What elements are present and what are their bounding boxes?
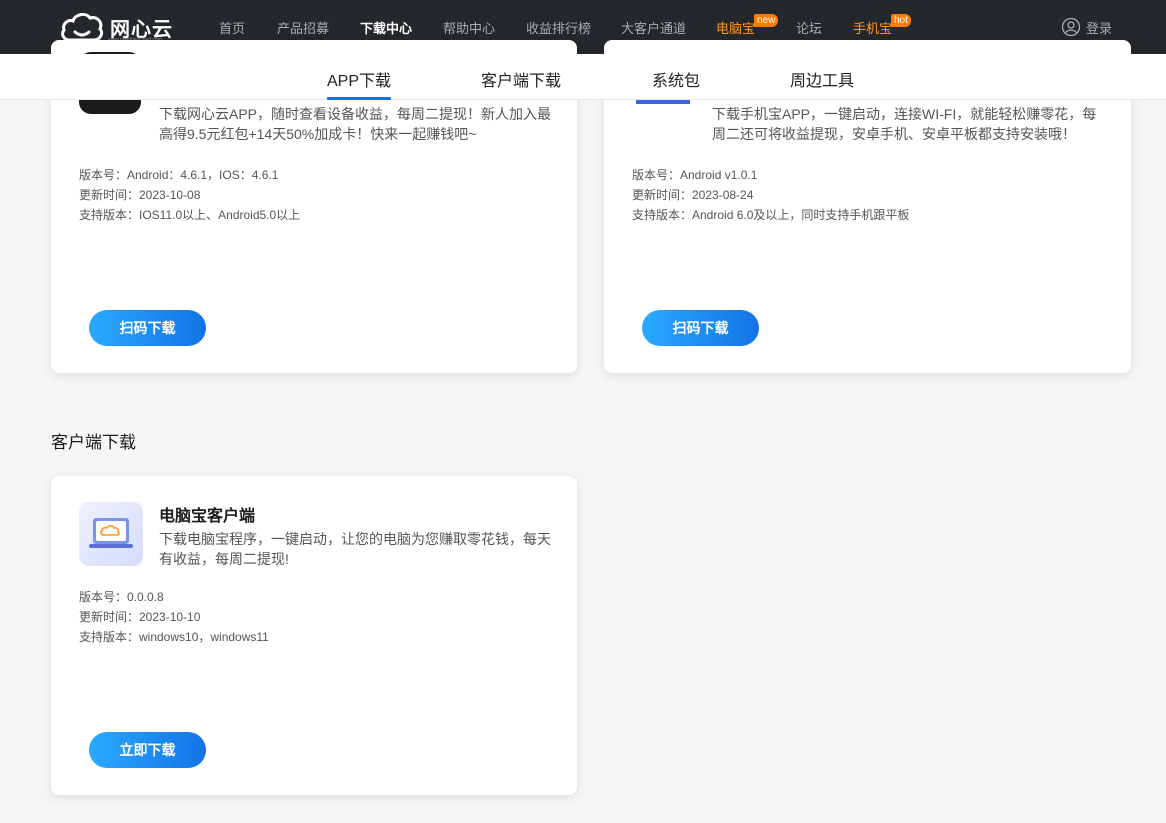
new-badge: new bbox=[754, 14, 779, 27]
nav-pc-box-label: 电脑宝 bbox=[716, 21, 756, 36]
app-updated: 更新时间：2023-10-08 bbox=[79, 188, 201, 202]
login-button[interactable]: 登录 bbox=[1061, 17, 1112, 37]
pc-box-client-card: 电脑宝客户端 下载电脑宝程序，一键启动，让您的电脑为您赚取零花钱，每天有收益，每… bbox=[51, 476, 577, 795]
hot-badge: hot bbox=[891, 14, 911, 27]
pc-box-download-now-button[interactable]: 立即下载 bbox=[89, 732, 206, 768]
pc-box-client-updated: 更新时间：2023-10-10 bbox=[79, 610, 201, 624]
tab-app-download[interactable]: APP下载 bbox=[327, 67, 392, 100]
cloud-logo-icon bbox=[61, 12, 104, 42]
tab-client-download[interactable]: 客户端下载 bbox=[481, 67, 561, 91]
nav-home[interactable]: 首页 bbox=[219, 18, 245, 37]
nav-product-recruit[interactable]: 产品招募 bbox=[277, 18, 329, 37]
app-version: 版本号：Android：4.6.1，IOS：4.6.1 bbox=[79, 168, 279, 182]
pc-box-client-description: 下载电脑宝程序，一键启动，让您的电脑为您赚取零花钱，每天有收益，每周二提现! bbox=[159, 531, 551, 567]
nav-forum[interactable]: 论坛 bbox=[796, 18, 822, 37]
tab-peripheral-tools[interactable]: 周边工具 bbox=[790, 67, 854, 91]
nav-help-center[interactable]: 帮助中心 bbox=[443, 18, 495, 37]
nav-earnings-ranking[interactable]: 收益排行榜 bbox=[526, 18, 591, 37]
app-description: 下载网心云APP，随时查看设备收益，每周二提现！新人加入最高得9.5元红包+14… bbox=[159, 106, 552, 142]
app-support: 支持版本：IOS11.0以上、Android5.0以上 bbox=[79, 208, 301, 222]
pc-box-client-version: 版本号：0.0.0.8 bbox=[79, 590, 164, 604]
app-scan-download-button[interactable]: 扫码下载 bbox=[89, 310, 206, 346]
pc-box-client-support: 支持版本：windows10，windows11 bbox=[79, 630, 269, 644]
phone-box-scan-download-button[interactable]: 扫码下载 bbox=[642, 310, 759, 346]
login-label: 登录 bbox=[1086, 20, 1113, 36]
nav-phone-box-label: 手机宝 bbox=[853, 21, 893, 36]
nav-download-center[interactable]: 下载中心 bbox=[360, 18, 412, 37]
download-subnav: APP下载 客户端下载 系统包 周边工具 bbox=[0, 54, 1166, 100]
phone-box-support: 支持版本：Android 6.0及以上，同时支持手机跟平板 bbox=[632, 208, 910, 222]
client-download-section-title: 客户端下载 bbox=[51, 433, 136, 452]
nav-phone-box[interactable]: 手机宝 hot bbox=[853, 14, 911, 37]
user-icon bbox=[1061, 17, 1081, 37]
tab-system-package[interactable]: 系统包 bbox=[652, 67, 700, 91]
pc-box-client-icon bbox=[79, 502, 143, 566]
site-logo[interactable]: 网心云 www.onethingcloud.com bbox=[60, 10, 173, 44]
nav-enterprise-channel[interactable]: 大客户通道 bbox=[621, 18, 686, 37]
phone-box-description: 下载手机宝APP，一键启动，连接WI-FI，就能轻松赚零花，每周二还可将收益提现… bbox=[712, 106, 1097, 142]
nav-pc-box[interactable]: 电脑宝 new bbox=[716, 14, 779, 37]
phone-box-version: 版本号：Android v1.0.1 bbox=[632, 168, 758, 182]
phone-box-updated: 更新时间：2023-08-24 bbox=[632, 188, 754, 202]
pc-box-client-title: 电脑宝客户端 bbox=[159, 508, 256, 525]
